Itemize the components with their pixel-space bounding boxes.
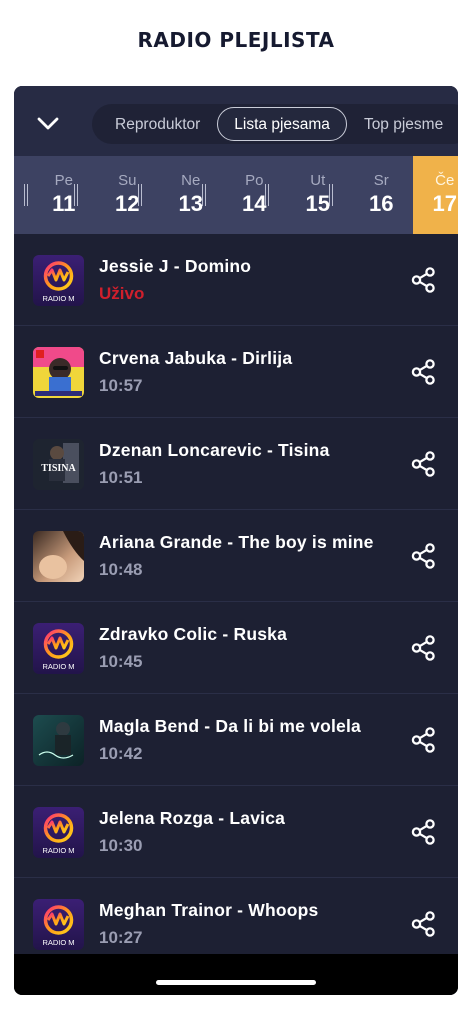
share-icon[interactable] [410, 910, 438, 938]
day-name: Pe [54, 172, 73, 189]
song-time: 10:30 [99, 836, 143, 855]
album-art-radio-m: RADIO M [33, 807, 84, 858]
list-item[interactable]: Magla Bend - Da li bi me volela 10:42 [14, 694, 458, 786]
list-item[interactable]: RADIO M Jessie J - Domino Uživo [14, 234, 458, 326]
share-icon[interactable] [410, 542, 438, 570]
day-item[interactable]: Ne 13 [159, 156, 223, 234]
song-time: 10:57 [99, 376, 143, 395]
day-number: 12 [115, 191, 140, 216]
share-icon[interactable] [410, 358, 438, 386]
day-partial [14, 156, 32, 234]
day-number: 16 [369, 191, 394, 216]
day-item[interactable]: Ut 15 [286, 156, 350, 234]
day-name: Ut [310, 172, 326, 189]
song-list: RADIO M Jessie J - Domino Uživo Crvena J… [14, 234, 458, 970]
album-art-tisina: TISINA [33, 439, 84, 490]
list-item[interactable]: Ariana Grande - The boy is mine 10:48 [14, 510, 458, 602]
album-art-radio-m: RADIO M [33, 255, 84, 306]
day-name: Po [245, 172, 264, 189]
share-icon[interactable] [410, 266, 438, 294]
day-separator [24, 184, 28, 206]
song-title: Jelena Rozga - Lavica [99, 808, 286, 828]
album-art-radio-m: RADIO M [33, 623, 84, 674]
day-item[interactable]: Su 12 [96, 156, 160, 234]
tab-lista-pjesama[interactable]: Lista pjesama [217, 107, 347, 141]
day-separator [202, 184, 206, 206]
album-art-radio-m: RADIO M [33, 899, 84, 950]
album-art-crvena-jabuka [33, 347, 84, 398]
share-icon[interactable] [410, 726, 438, 754]
playlist-panel: Reproduktor Lista pjesama Top pjesme Pe … [14, 86, 458, 995]
song-time: 10:45 [99, 652, 143, 671]
day-name: Sr [373, 172, 389, 189]
home-bar [14, 954, 458, 995]
song-title: Magla Bend - Da li bi me volela [99, 716, 361, 736]
day-separator [138, 184, 142, 206]
thumb-label: RADIO M [42, 938, 74, 947]
thumb-label: RADIO M [42, 846, 74, 855]
day-separator [265, 184, 269, 206]
song-title: Zdravko Colic - Ruska [99, 624, 288, 644]
day-separator [74, 184, 78, 206]
share-icon[interactable] [410, 818, 438, 846]
list-item[interactable]: RADIO M Zdravko Colic - Ruska 10:45 [14, 602, 458, 694]
live-badge: Uživo [99, 284, 145, 303]
day-number: 14 [242, 191, 267, 216]
top-bar: Reproduktor Lista pjesama Top pjesme [14, 86, 458, 156]
list-item[interactable]: RADIO M Jelena Rozga - Lavica 10:30 [14, 786, 458, 878]
album-art-ariana [33, 531, 84, 582]
day-name: Če [435, 172, 455, 189]
song-title: Ariana Grande - The boy is mine [99, 532, 374, 552]
song-title: Jessie J - Domino [99, 256, 252, 276]
chevron-down-icon[interactable] [34, 110, 62, 138]
list-item[interactable]: TISINA Dzenan Loncarevic - Tisina 10:51 [14, 418, 458, 510]
thumb-label: RADIO M [42, 294, 74, 303]
tab-bar: Reproduktor Lista pjesama Top pjesme [92, 104, 458, 144]
list-item[interactable]: Crvena Jabuka - Dirlija 10:57 [14, 326, 458, 418]
day-item[interactable]: Pe 11 [32, 156, 96, 234]
day-number: 11 [52, 191, 76, 216]
song-title: Meghan Trainor - Whoops [99, 900, 319, 920]
song-time: 10:42 [99, 744, 143, 763]
day-selector: Pe 11 Su 12 Ne 13 Po 14 Ut 15 Sr 16 Če 1… [14, 156, 458, 234]
day-number: 15 [305, 191, 330, 216]
song-title: Crvena Jabuka - Dirlija [99, 348, 293, 368]
tab-top-pjesme[interactable]: Top pjesme [347, 107, 458, 141]
day-item-selected[interactable]: Če 17 [413, 156, 458, 234]
day-name: Ne [181, 172, 201, 189]
album-art-magla [33, 715, 84, 766]
page-title: RADIO PLEJLISTA [137, 28, 335, 52]
song-title: Dzenan Loncarevic - Tisina [99, 440, 330, 460]
song-time: 10:51 [99, 468, 143, 487]
share-icon[interactable] [410, 450, 438, 478]
home-indicator[interactable] [156, 980, 316, 985]
song-time: 10:27 [99, 928, 143, 947]
day-number: 17 [432, 191, 457, 216]
tab-reproduktor[interactable]: Reproduktor [98, 107, 217, 141]
day-name: Su [118, 172, 137, 189]
day-separator [329, 184, 333, 206]
share-icon[interactable] [410, 634, 438, 662]
day-item[interactable]: Po 14 [223, 156, 287, 234]
thumb-label: RADIO M [42, 662, 74, 671]
song-time: 10:48 [99, 560, 143, 579]
day-number: 13 [178, 191, 203, 216]
thumb-label: TISINA [41, 463, 76, 474]
day-item[interactable]: Sr 16 [350, 156, 414, 234]
